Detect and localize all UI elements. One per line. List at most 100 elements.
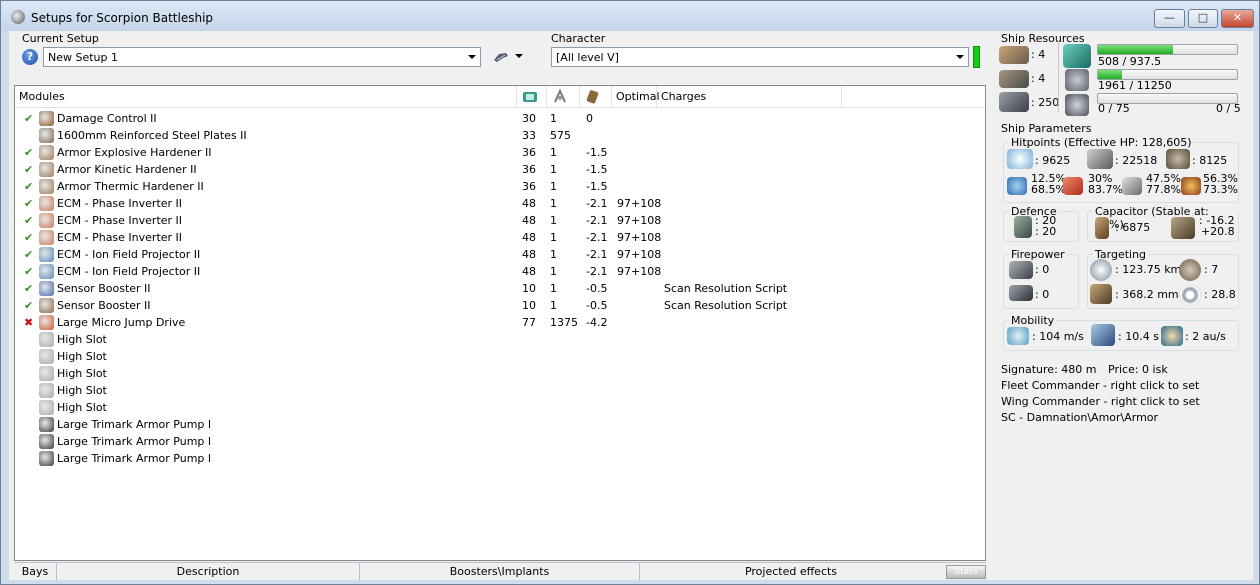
table-row[interactable]: Large Trimark Armor Pump I [15, 433, 975, 450]
stats-button[interactable]: Stats [946, 565, 986, 579]
table-row[interactable]: High Slot [15, 399, 975, 416]
table-row[interactable]: ✔ Armor Thermic Hardener II 36 1 -1.5 [15, 178, 975, 195]
error-x-icon[interactable]: ✖ [24, 314, 33, 331]
maximize-button[interactable]: □ [1188, 9, 1218, 28]
module-powergrid: 1 [550, 214, 557, 227]
powergrid-bar-fill [1098, 70, 1122, 79]
table-row[interactable]: High Slot [15, 365, 975, 382]
checkmark-icon[interactable]: ✔ [24, 161, 33, 178]
fleet-commander[interactable]: Fleet Commander - right click to set [1001, 379, 1199, 392]
column-header-modules[interactable]: Modules [15, 86, 517, 108]
main-window: Setups for Scorpion Battleship — □ ✕ Cur… [0, 0, 1260, 585]
help-icon[interactable]: ? [22, 49, 38, 65]
tab-projected-effects[interactable]: Projected effects [640, 563, 942, 581]
column-header-charges[interactable]: Charges [657, 86, 842, 108]
table-row[interactable]: ✖ Large Micro Jump Drive 77 1375 -4.2 [15, 314, 975, 331]
table-row[interactable]: ✔ Damage Control II 30 1 0 [15, 110, 975, 127]
ecm-icon [39, 230, 54, 245]
hitpoints-title: Hitpoints (Effective HP: 128,605) [1009, 136, 1194, 149]
table-row[interactable]: High Slot [15, 382, 975, 399]
chevron-down-icon [956, 55, 964, 59]
table-row[interactable]: ✔ Armor Explosive Hardener II 36 1 -1.5 [15, 144, 975, 161]
checkmark-icon[interactable]: ✔ [24, 110, 33, 127]
scan-resolution-icon [1090, 284, 1112, 304]
table-row[interactable]: High Slot [15, 331, 975, 348]
module-cpu: 48 [522, 248, 536, 261]
column-header-cpu[interactable] [517, 86, 547, 108]
thermal-resist-icon [1063, 177, 1083, 195]
module-capacitor: -2.1 [586, 214, 608, 227]
empty-high-slot-icon [39, 383, 54, 398]
table-row[interactable]: ✔ ECM - Ion Field Projector II 48 1 -2.1 97+1… [15, 246, 975, 263]
tab-description[interactable]: Description [57, 563, 360, 581]
shield-hp-value: : 9625 [1035, 154, 1071, 167]
module-name: Sensor Booster II [57, 282, 151, 295]
module-charges: Scan Resolution Script [664, 299, 788, 312]
table-row[interactable]: Large Trimark Armor Pump I [15, 416, 975, 433]
minimize-button[interactable]: — [1154, 9, 1185, 28]
module-charges: Scan Resolution Script [664, 282, 788, 295]
shield-icon [1007, 149, 1033, 169]
module-powergrid: 1 [550, 231, 557, 244]
targeting-range-value: : 123.75 km [1115, 263, 1182, 276]
checkmark-icon[interactable]: ✔ [24, 263, 33, 280]
checkmark-icon[interactable]: ✔ [24, 212, 33, 229]
module-capacitor: -2.1 [586, 248, 608, 261]
module-name: Armor Explosive Hardener II [57, 146, 212, 159]
close-button[interactable]: ✕ [1221, 9, 1254, 28]
checkmark-icon[interactable]: ✔ [24, 297, 33, 314]
module-name: Large Trimark Armor Pump I [57, 452, 212, 465]
em-resist-icon [1007, 177, 1027, 195]
drone-bay-icon [999, 92, 1029, 112]
ship-menu-icon[interactable] [493, 50, 509, 64]
module-powergrid: 1 [550, 282, 557, 295]
checkmark-icon[interactable]: ✔ [24, 229, 33, 246]
table-row[interactable]: Large Trimark Armor Pump I [15, 450, 975, 467]
modules-list[interactable]: Modules Optimal Charges ✔ Damage Control … [14, 85, 986, 561]
column-header-optimal[interactable]: Optimal [612, 86, 660, 108]
column-header-capacitor[interactable] [580, 86, 612, 108]
table-row[interactable]: ✔ ECM - Phase Inverter II 48 1 -2.1 97+108 [15, 195, 975, 212]
character-dropdown[interactable]: [All level V] [551, 47, 969, 67]
module-powergrid: 1 [550, 112, 557, 125]
character-label: Character [551, 32, 606, 45]
table-row[interactable]: 1600mm Reinforced Steel Plates II 33 575 [15, 127, 975, 144]
table-row[interactable]: ✔ ECM - Ion Field Projector II 48 1 -2.1 97+1… [15, 263, 975, 280]
checkmark-icon[interactable]: ✔ [24, 280, 33, 297]
signature-radius: Signature: 480 m [1001, 363, 1097, 376]
table-row[interactable]: ✔ ECM - Phase Inverter II 48 1 -2.1 97+108 [15, 229, 975, 246]
checkmark-icon[interactable]: ✔ [24, 144, 33, 161]
capacitor-rate-b: +20.8 [1200, 225, 1235, 238]
setup-dropdown[interactable]: New Setup 1 [43, 47, 481, 67]
table-row[interactable]: High Slot [15, 348, 975, 365]
table-row[interactable]: ✔ Sensor Booster II 10 1 -0.5 Scan Resolution… [15, 280, 975, 297]
structure-hp-value: : 8125 [1192, 154, 1228, 167]
checkmark-icon[interactable]: ✔ [24, 178, 33, 195]
hardener-icon [39, 162, 54, 177]
explosive-resist-icon [1181, 177, 1201, 195]
squad-commander[interactable]: SC - Damnation\Amor\Armor [1001, 411, 1158, 424]
checkmark-icon[interactable]: ✔ [24, 246, 33, 263]
align-time-value: : 10.4 s [1118, 330, 1159, 343]
empty-high-slot-icon [39, 366, 54, 381]
empty-high-slot-icon [39, 400, 54, 415]
ship-menu-chevron-icon[interactable] [515, 54, 523, 58]
table-row[interactable]: ✔ Sensor Booster II 10 1 -0.5 Scan Resolution… [15, 297, 975, 314]
rig-icon [39, 451, 54, 466]
checkmark-icon[interactable]: ✔ [24, 195, 33, 212]
micro-jump-drive-icon [39, 315, 54, 330]
module-name: Sensor Booster II [57, 299, 151, 312]
explosive-armor-resist: 73.3% [1203, 183, 1238, 196]
column-header-powergrid[interactable] [547, 86, 580, 108]
module-cpu: 30 [522, 112, 536, 125]
app-icon [11, 10, 25, 24]
tab-boosters-implants[interactable]: Boosters\Implants [360, 563, 640, 581]
table-row[interactable]: ✔ ECM - Phase Inverter II 48 1 -2.1 97+108 [15, 212, 975, 229]
module-name: High Slot [57, 350, 107, 363]
thermal-resist-values: 30% 83.7% [1088, 173, 1123, 195]
table-row[interactable]: ✔ Armor Kinetic Hardener II 36 1 -1.5 [15, 161, 975, 178]
tab-bays[interactable]: Bays [14, 563, 57, 581]
wing-commander[interactable]: Wing Commander - right click to set [1001, 395, 1200, 408]
module-capacitor: -1.5 [586, 180, 608, 193]
module-name: Large Trimark Armor Pump I [57, 418, 212, 431]
